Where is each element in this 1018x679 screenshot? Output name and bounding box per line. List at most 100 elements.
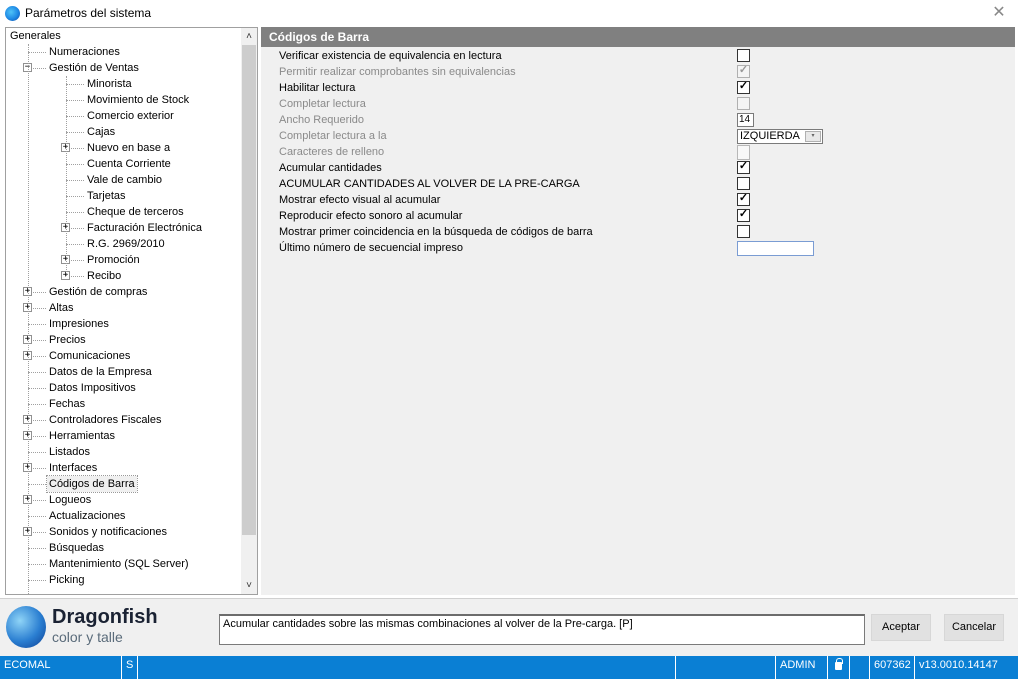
tree-item[interactable]: + Promoción xyxy=(6,252,242,268)
tree-item[interactable]: Comercio exterior xyxy=(6,108,242,124)
tree-item[interactable]: + Sonidos y notificaciones xyxy=(6,524,242,540)
tree-item-label: Sonidos y notificaciones xyxy=(49,526,168,538)
tree-connector xyxy=(28,548,46,549)
tree-scrollbar[interactable]: ˄ ˅ xyxy=(241,28,257,594)
tree-item[interactable]: Minorista xyxy=(6,76,242,92)
scroll-down-icon[interactable]: ˅ xyxy=(241,577,257,594)
tree-item[interactable]: Vale de cambio xyxy=(6,172,242,188)
param-checkbox[interactable]: ✓ xyxy=(737,80,750,94)
tree-item[interactable]: Fechas xyxy=(6,396,242,412)
status-user: ADMIN xyxy=(775,656,827,679)
tree-item[interactable]: Mantenimiento (SQL Server) xyxy=(6,556,242,572)
app-icon xyxy=(5,6,20,21)
param-checkbox[interactable] xyxy=(737,49,750,62)
tree-item[interactable]: + Nuevo en base a xyxy=(6,140,242,156)
param-checkbox[interactable] xyxy=(737,225,750,238)
close-button[interactable]: ✕ xyxy=(988,3,1010,23)
tree-connector xyxy=(28,404,46,405)
caracteres-relleno-input[interactable] xyxy=(737,145,750,160)
tree-item[interactable]: Impresiones xyxy=(6,316,242,332)
tree-item[interactable]: Datos Impositivos xyxy=(6,380,242,396)
scroll-up-icon[interactable]: ˄ xyxy=(241,28,257,45)
tree-item[interactable]: + Gestión de compras xyxy=(6,284,242,300)
checkmark-icon: ✓ xyxy=(738,192,749,204)
checkmark-icon: ✓ xyxy=(738,64,749,76)
tree-item[interactable]: Movimiento de Stock xyxy=(6,92,242,108)
tree-connector xyxy=(28,516,46,517)
tree-item[interactable]: + Precios xyxy=(6,332,242,348)
accept-button[interactable]: Aceptar xyxy=(871,614,931,641)
tree-item-label: Cajas xyxy=(87,126,116,138)
tree-connector xyxy=(66,244,84,245)
tree-item-label: Movimiento de Stock xyxy=(87,94,190,106)
tree-item-label: Gestión de compras xyxy=(49,286,148,298)
tree-item-label: Mantenimiento (SQL Server) xyxy=(49,558,189,570)
tree-item[interactable]: + Recibo xyxy=(6,268,242,284)
combo-value: IZQUIERDA xyxy=(740,130,800,142)
tree-item[interactable]: Cajas xyxy=(6,124,242,140)
tree-item[interactable]: − Gestión de Ventas xyxy=(6,60,242,76)
tree-item[interactable]: + Herramientas xyxy=(6,428,242,444)
tree-item[interactable]: Cuenta Corriente xyxy=(6,156,242,172)
ancho-requerido-input[interactable]: 14 xyxy=(737,113,754,127)
status-empty-2 xyxy=(675,656,775,679)
tree-item[interactable]: Generales xyxy=(6,28,242,44)
tree-item-label: Numeraciones xyxy=(49,46,120,58)
tree-item[interactable]: Picking xyxy=(6,572,242,588)
param-label: Acumular cantidades xyxy=(279,162,382,174)
tree-connector-vertical xyxy=(28,44,29,594)
tree-item-label: Precios xyxy=(49,334,86,346)
param-checkbox[interactable]: ✓ xyxy=(737,192,750,206)
checkmark-icon: ✓ xyxy=(738,80,749,92)
section-title: Códigos de Barra xyxy=(261,27,1015,47)
tree-item[interactable]: Actualizaciones xyxy=(6,508,242,524)
tree-item[interactable]: + Controladores Fiscales xyxy=(6,412,242,428)
brand-name: Dragonfish xyxy=(52,606,158,628)
tree-item[interactable]: + Facturación Electrónica xyxy=(6,220,242,236)
tree-item[interactable]: Numeraciones xyxy=(6,44,242,60)
param-label: Mostrar efecto visual al acumular xyxy=(279,194,441,206)
param-label: Completar lectura xyxy=(279,98,366,110)
tree-item[interactable]: + Interfaces xyxy=(6,460,242,476)
status-bar: ECOMAL S ADMIN 607362 v13.0010.14147 xyxy=(0,656,1018,679)
tree-item[interactable]: Cheque de terceros xyxy=(6,204,242,220)
tree-item[interactable]: Datos de la Empresa xyxy=(6,364,242,380)
cancel-button[interactable]: Cancelar xyxy=(944,614,1004,641)
tree-connector xyxy=(28,580,46,581)
completar-lectura-select[interactable]: IZQUIERDA ▾ xyxy=(737,129,823,144)
tree-connector xyxy=(66,100,84,101)
dragonfish-logo-icon xyxy=(6,606,46,648)
tree-item[interactable]: + Logueos xyxy=(6,492,242,508)
status-version: v13.0010.14147 xyxy=(914,656,1018,679)
tree-item-label: Cheque de terceros xyxy=(87,206,184,218)
tree-item[interactable]: + Comunicaciones xyxy=(6,348,242,364)
title-bar: Parámetros del sistema ✕ xyxy=(0,0,1018,27)
param-checkbox[interactable] xyxy=(737,177,750,190)
tree-item[interactable]: Códigos de Barra xyxy=(6,475,242,493)
chevron-down-icon[interactable]: ▾ xyxy=(805,131,821,142)
tree-item-label: Datos de la Empresa xyxy=(49,366,152,378)
param-label: Reproducir efecto sonoro al acumular xyxy=(279,210,463,222)
footer: Dragonfish color y talle Acumular cantid… xyxy=(0,598,1018,656)
tree-item-label: Comunicaciones xyxy=(49,350,131,362)
param-label: Permitir realizar comprobantes sin equiv… xyxy=(279,66,516,78)
ultimo-secuencial-input[interactable] xyxy=(737,241,814,256)
status-empty-1 xyxy=(137,656,675,679)
tree-connector-vertical xyxy=(66,76,67,276)
tree-connector xyxy=(28,324,46,325)
tree-connector xyxy=(28,452,46,453)
tree-item[interactable]: Listados xyxy=(6,444,242,460)
status-serial: 607362 xyxy=(869,656,914,679)
tree-item[interactable]: Tarjetas xyxy=(6,188,242,204)
tree-item-label: Picking xyxy=(49,574,85,586)
param-label: Completar lectura a la xyxy=(279,130,387,142)
param-checkbox[interactable]: ✓ xyxy=(737,160,750,174)
tree-item-label: Interfaces xyxy=(49,462,98,474)
scroll-thumb[interactable] xyxy=(242,45,256,535)
tree-item[interactable]: Búsquedas xyxy=(6,540,242,556)
tree-item[interactable]: + Altas xyxy=(6,300,242,316)
tree-item-label: Cuenta Corriente xyxy=(87,158,171,170)
tree-item[interactable]: R.G. 2969/2010 xyxy=(6,236,242,252)
param-checkbox[interactable]: ✓ xyxy=(737,208,750,222)
status-empty-3 xyxy=(849,656,869,679)
